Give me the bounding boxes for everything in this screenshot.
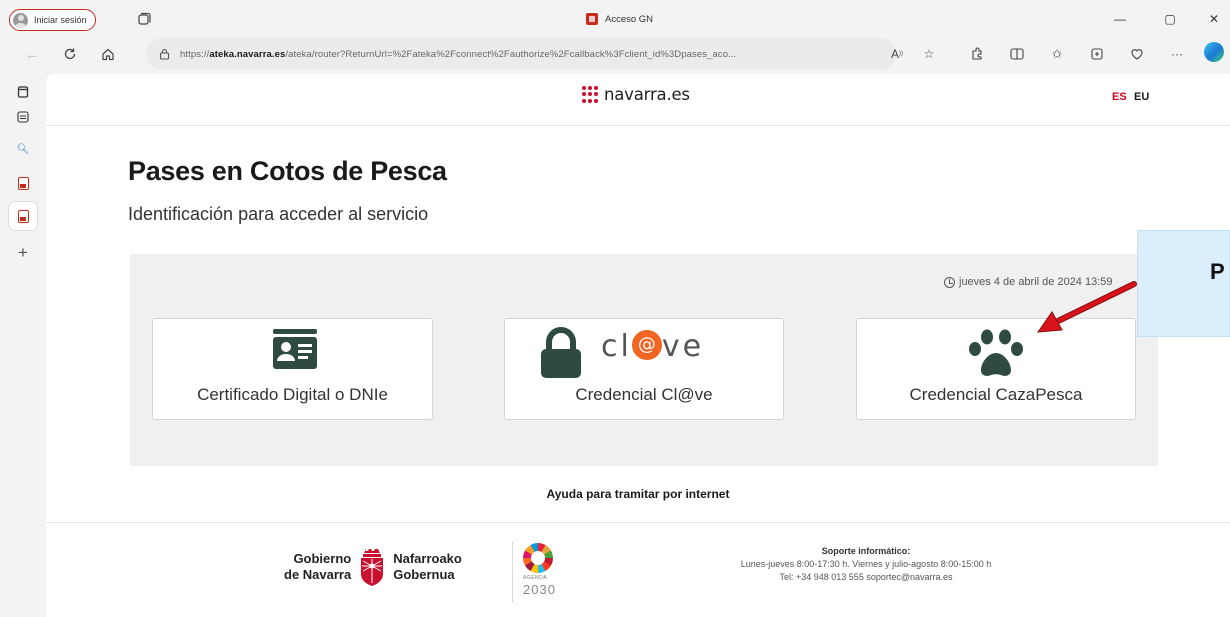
edge-copilot-icon[interactable] — [1204, 42, 1224, 62]
performance-icon[interactable] — [1126, 44, 1148, 64]
id-card-icon — [273, 329, 317, 369]
navarra-coat-of-arms-icon — [361, 549, 384, 586]
favorites-icon[interactable]: ✩ — [1046, 44, 1068, 64]
help-link[interactable]: Ayuda para tramitar por internet — [46, 487, 1230, 501]
lang-es-link[interactable]: ES — [1112, 91, 1127, 103]
clave-label: Credencial Cl@ve — [575, 385, 713, 404]
url-bar[interactable]: https://ateka.navarra.es/ateka/router?Re… — [146, 38, 896, 70]
login-options-panel: jueves 4 de abril de 2024 13:59 Certific… — [130, 254, 1158, 466]
profile-avatar-icon — [13, 12, 28, 28]
vertical-tabs-icon[interactable] — [14, 108, 32, 126]
vertical-tabs-sidebar: 🔍︎ + — [0, 74, 46, 617]
gobernua-text-2: Gobernua — [393, 567, 455, 582]
agenda-label: AGENDA — [523, 575, 548, 581]
annotation-arrow-icon — [1036, 281, 1137, 333]
page-subtitle: Identificación para acceder al servicio — [128, 204, 429, 224]
split-screen-icon[interactable] — [1006, 44, 1028, 64]
sdg-wheel-icon — [523, 543, 553, 573]
tab-title: Acceso GN — [605, 13, 654, 25]
back-icon[interactable]: ← — [22, 44, 42, 64]
more-icon[interactable]: ··· — [1166, 44, 1188, 64]
add-tab-icon[interactable]: + — [14, 243, 32, 262]
agenda-2030-logo: AGENDA 2030 — [512, 541, 566, 603]
search-icon[interactable]: 🔍︎ — [14, 140, 32, 158]
navarra-dots-icon — [582, 85, 600, 104]
support-title: Soporte informático: — [821, 546, 911, 556]
restore-button[interactable]: ▢ — [1156, 9, 1184, 29]
gobierno-text-1: Gobierno — [293, 551, 352, 566]
url-text[interactable]: https://ateka.navarra.es/ateka/router?Re… — [180, 49, 736, 60]
tab-actions-icon[interactable] — [14, 82, 32, 100]
read-aloud-icon[interactable]: A)) — [886, 44, 908, 64]
clave-lock-icon — [541, 327, 581, 378]
browser-titlebar: Iniciar sesión Acceso GN — ▢ ✕ — [0, 0, 1230, 34]
active-tab[interactable]: Acceso GN — [586, 13, 653, 25]
pdf-tab-active-icon[interactable] — [9, 202, 37, 230]
minimize-button[interactable]: — — [1106, 9, 1134, 29]
page-viewport: navarra.es ES EU Pases en Cotos de Pesca… — [46, 74, 1230, 617]
support-hours: Lunes-jueves 8:00-17:30 h. Viernes y jul… — [740, 559, 992, 569]
home-icon[interactable] — [98, 44, 118, 64]
credencial-clave-button[interactable]: cl @ ve Credencial Cl@ve — [504, 318, 784, 420]
gobierno-navarra-logo[interactable]: Gobierno de Navarra Nafarroako Gobernua — [284, 547, 462, 587]
agenda-year: 2030 — [523, 582, 556, 597]
support-contact[interactable]: Tel: +34 948 013 555 soportec@navarra.es — [666, 571, 1066, 584]
extensions-icon[interactable] — [966, 44, 988, 64]
gobernua-text-1: Nafarroako — [393, 551, 462, 566]
clave-brand-logo: cl @ ve — [601, 329, 705, 364]
address-toolbar: ← https://ateka.navarra.es/ateka/router?… — [0, 34, 1230, 74]
favorite-star-icon[interactable]: ☆ — [918, 44, 940, 64]
refresh-icon[interactable] — [60, 44, 80, 64]
logo-text: navarra.es — [604, 85, 690, 104]
site-header: navarra.es ES EU — [46, 74, 1230, 126]
navarra-logo[interactable]: navarra.es — [582, 85, 690, 104]
site-footer: Gobierno de Navarra Nafarroako Gobernua … — [46, 522, 1230, 617]
clock-icon — [944, 276, 955, 288]
tab-actions-icon[interactable] — [134, 9, 154, 29]
paw-icon — [969, 329, 1023, 376]
signin-label: Iniciar sesión — [34, 15, 87, 25]
gobierno-text-2: de Navarra — [284, 567, 352, 582]
close-button[interactable]: ✕ — [1200, 9, 1228, 29]
lang-eu-link[interactable]: EU — [1134, 91, 1149, 103]
support-info: Soporte informático: Lunes-jueves 8:00-1… — [666, 545, 1066, 584]
pdf-favicon-icon — [586, 13, 598, 25]
cazapesca-label: Credencial CazaPesca — [909, 385, 1083, 404]
certificado-digital-button[interactable]: Certificado Digital o DNIe — [152, 318, 433, 420]
signin-button[interactable]: Iniciar sesión — [9, 9, 96, 31]
pdf-tab-icon[interactable] — [14, 174, 32, 192]
certificado-label: Certificado Digital o DNIe — [197, 385, 388, 404]
callout-text: P — [1210, 259, 1225, 284]
lock-icon[interactable] — [158, 48, 170, 60]
annotation-callout-box: P — [1137, 230, 1230, 337]
collections-icon[interactable] — [1086, 44, 1108, 64]
page-title: Pases en Cotos de Pesca — [128, 156, 447, 186]
